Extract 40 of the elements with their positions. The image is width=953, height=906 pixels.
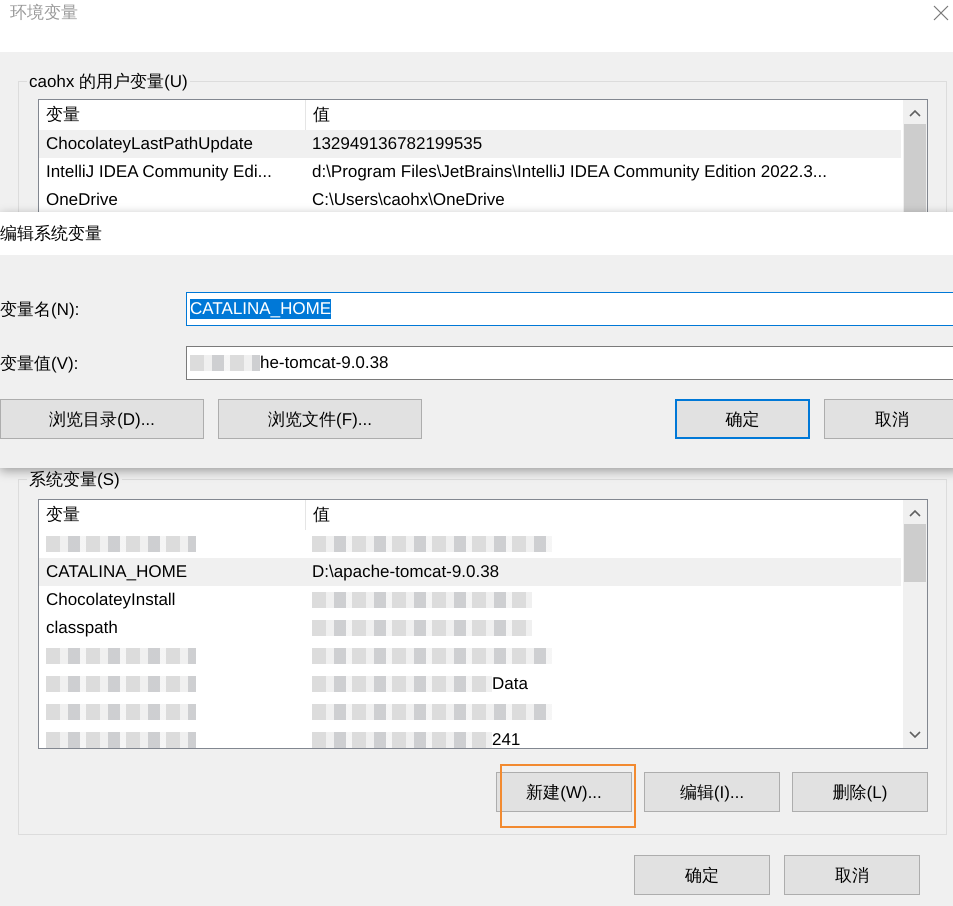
button[interactable]: 浏览目录(D)...	[0, 399, 204, 439]
window-title: 环境变量	[10, 2, 78, 24]
table-cell: IntelliJ IDEA Community Edi...	[46, 162, 272, 182]
button[interactable]: 取消	[784, 855, 920, 895]
button[interactable]: 取消	[824, 399, 953, 439]
list-row[interactable]: IntelliJ IDEA Community Edi... d:\Program Files\JetBrains\IntelliJ IDEA Community Edition 2022.3...	[39, 158, 901, 186]
button[interactable]: 浏览文件(F)...	[218, 399, 422, 439]
field-label: 变量名(N):	[0, 298, 80, 320]
button[interactable]: 编辑(I)...	[644, 772, 780, 812]
list-row[interactable]: ChocolateyInstall	[39, 586, 901, 614]
input-field[interactable]: he-tomcat-9.0.38	[186, 346, 953, 380]
list-row[interactable]: classpath	[39, 614, 901, 642]
column-header[interactable]: 变量	[39, 500, 305, 530]
group-label: caohx 的用户变量(U)	[28, 71, 189, 93]
list-row[interactable]: CATALINA_HOME D:\apache-tomcat-9.0.38	[39, 558, 901, 586]
group-label: 系统变量(S)	[28, 469, 121, 491]
table-cell: classpath	[46, 618, 118, 638]
list-row[interactable]: 241	[39, 726, 901, 748]
list-row[interactable]: OneDrive C:\Users\caohx\OneDrive	[39, 186, 901, 214]
column-header[interactable]: 变量	[39, 100, 305, 130]
default-button[interactable]: 确定	[675, 399, 810, 439]
table-cell: D:\apache-tomcat-9.0.38	[312, 562, 500, 582]
list-row[interactable]: Data	[39, 670, 901, 698]
table-cell: ChocolateyLastPathUpdate	[46, 134, 253, 154]
table-cell: CATALINA_HOME	[46, 562, 188, 582]
table-cell: 241	[492, 730, 520, 748]
table-cell: d:\Program Files\JetBrains\IntelliJ IDEA Community Edition 2022.3...	[312, 162, 827, 182]
button[interactable]: 新建(W)...	[496, 772, 632, 812]
table-cell: Data	[492, 674, 528, 694]
dialog-title: 编辑系统变量	[0, 223, 102, 245]
field-label: 变量值(V):	[0, 352, 80, 374]
table-cell: C:\Users\caohx\OneDrive	[312, 190, 505, 210]
table-cell: ChocolateyInstall	[46, 590, 176, 610]
list-row[interactable]: ChocolateyLastPathUpdate 132949136782199535	[39, 130, 901, 158]
button[interactable]: 删除(L)	[792, 772, 928, 812]
table-cell: OneDrive	[46, 190, 118, 210]
column-header[interactable]: 值	[305, 500, 901, 530]
table-cell: 132949136782199535	[312, 134, 482, 154]
input-field[interactable]: CATALINA_HOME	[186, 292, 953, 326]
button[interactable]: 确定	[634, 855, 770, 895]
